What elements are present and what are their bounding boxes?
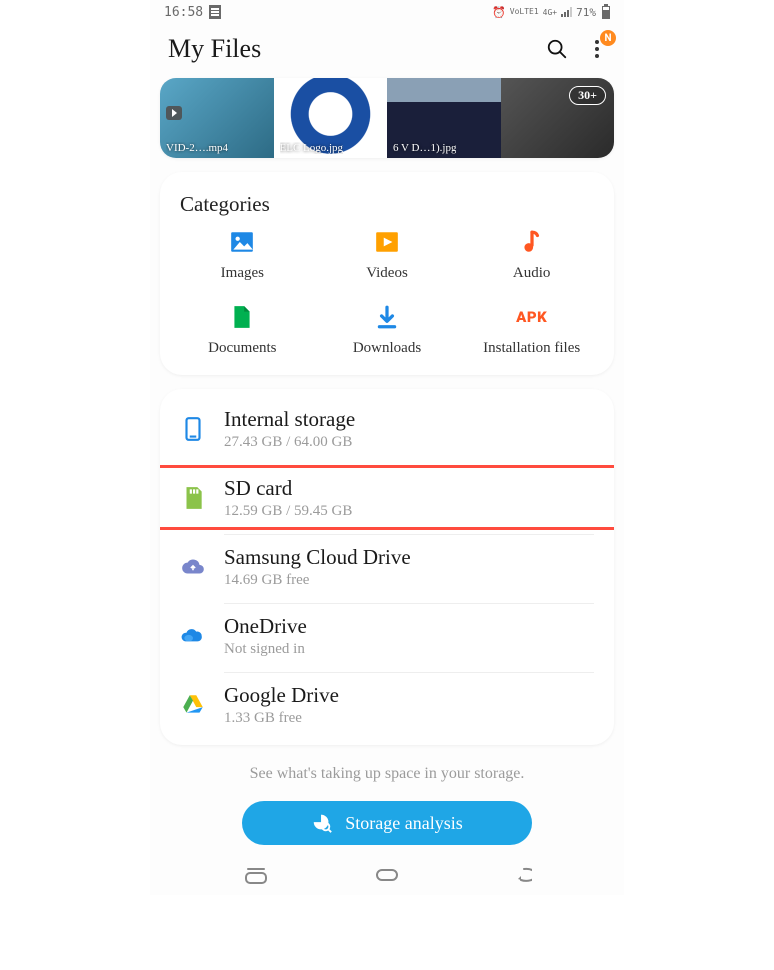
storage-internal[interactable]: Internal storage 27.43 GB / 64.00 GB [160, 395, 614, 463]
recent-thumb-label: ELC Logo.jpg [280, 142, 344, 154]
system-nav-bar [150, 857, 624, 895]
storage-sub: 14.69 GB free [224, 572, 594, 589]
storage-title: Samsung Cloud Drive [224, 545, 594, 570]
recent-files-card: VID-2….mp4 ELC Logo.jpg 6 V D…1).jpg 30+ [160, 78, 614, 158]
storage-sd-card[interactable]: SD card 12.59 GB / 59.45 GB [160, 463, 614, 532]
storage-onedrive[interactable]: OneDrive Not signed in [160, 601, 614, 670]
category-audio[interactable]: Audio [459, 229, 604, 282]
pie-search-icon [311, 812, 333, 834]
device-frame: 16:58 VoLTE1 4G+ 71% My Files N [150, 0, 624, 895]
category-label: Downloads [353, 340, 421, 357]
storage-analysis-label: Storage analysis [345, 813, 462, 834]
nav-back-button[interactable] [504, 865, 532, 889]
category-images[interactable]: Images [170, 229, 315, 282]
documents-icon [229, 304, 255, 330]
storage-sub: Not signed in [224, 641, 594, 658]
category-label: Documents [208, 340, 276, 357]
category-label: Installation files [483, 340, 580, 357]
storage-hint: See what's taking up space in your stora… [150, 759, 624, 801]
apk-icon: APK [519, 304, 545, 330]
downloads-icon [374, 304, 400, 330]
signal-icon [561, 7, 572, 17]
app-bar: My Files N [150, 24, 624, 78]
storage-title: SD card [224, 476, 594, 501]
category-label: Audio [513, 265, 551, 282]
category-installation-files[interactable]: APK Installation files [459, 304, 604, 357]
recent-more-badge: 30+ [569, 86, 606, 105]
notification-doc-icon [209, 5, 221, 19]
video-play-icon [166, 106, 182, 120]
status-time: 16:58 [164, 5, 203, 20]
phone-icon [180, 416, 206, 442]
videos-icon [374, 229, 400, 255]
category-videos[interactable]: Videos [315, 229, 460, 282]
search-icon [546, 38, 568, 60]
storage-sub: 27.43 GB / 64.00 GB [224, 434, 594, 451]
storage-google-drive[interactable]: Google Drive 1.33 GB free [160, 670, 614, 739]
status-net-sub: 4G+ [543, 8, 557, 17]
storage-title: Internal storage [224, 407, 594, 432]
recent-thumb[interactable]: ELC Logo.jpg [274, 78, 388, 158]
recent-thumb-label: VID-2….mp4 [166, 142, 228, 154]
status-bar: 16:58 VoLTE1 4G+ 71% [150, 0, 624, 24]
onedrive-icon [180, 623, 206, 649]
storage-title: Google Drive [224, 683, 594, 708]
storage-samsung-cloud[interactable]: Samsung Cloud Drive 14.69 GB free [160, 532, 614, 601]
storage-title: OneDrive [224, 614, 594, 639]
sd-card-icon [180, 485, 206, 511]
page-title: My Files [168, 34, 546, 64]
alarm-icon [492, 6, 506, 19]
audio-icon [519, 229, 545, 255]
samsung-cloud-icon [180, 554, 206, 580]
category-label: Videos [366, 265, 408, 282]
recent-thumb[interactable]: VID-2….mp4 [160, 78, 274, 158]
storage-analysis-button[interactable]: Storage analysis [242, 801, 532, 845]
search-button[interactable] [546, 38, 568, 60]
images-icon [229, 229, 255, 255]
categories-heading: Categories [170, 192, 604, 229]
recent-thumb-label: 6 V D…1).jpg [393, 142, 456, 154]
storage-sub: 1.33 GB free [224, 710, 594, 727]
nav-recents-button[interactable] [242, 865, 270, 889]
recent-thumb[interactable]: 30+ [501, 78, 615, 158]
storage-sub: 12.59 GB / 59.45 GB [224, 503, 594, 520]
storage-card: Internal storage 27.43 GB / 64.00 GB SD … [160, 389, 614, 745]
category-label: Images [221, 265, 264, 282]
battery-icon [602, 6, 610, 19]
google-drive-icon [180, 692, 206, 718]
category-documents[interactable]: Documents [170, 304, 315, 357]
notification-badge: N [600, 30, 616, 46]
status-battery-pct: 71% [576, 6, 596, 19]
recent-thumb[interactable]: 6 V D…1).jpg [387, 78, 501, 158]
categories-card: Categories Images Videos Audio [160, 172, 614, 375]
category-downloads[interactable]: Downloads [315, 304, 460, 357]
status-net-label: VoLTE1 [510, 8, 539, 16]
nav-home-button[interactable] [373, 865, 401, 889]
more-menu-button[interactable]: N [588, 38, 606, 60]
